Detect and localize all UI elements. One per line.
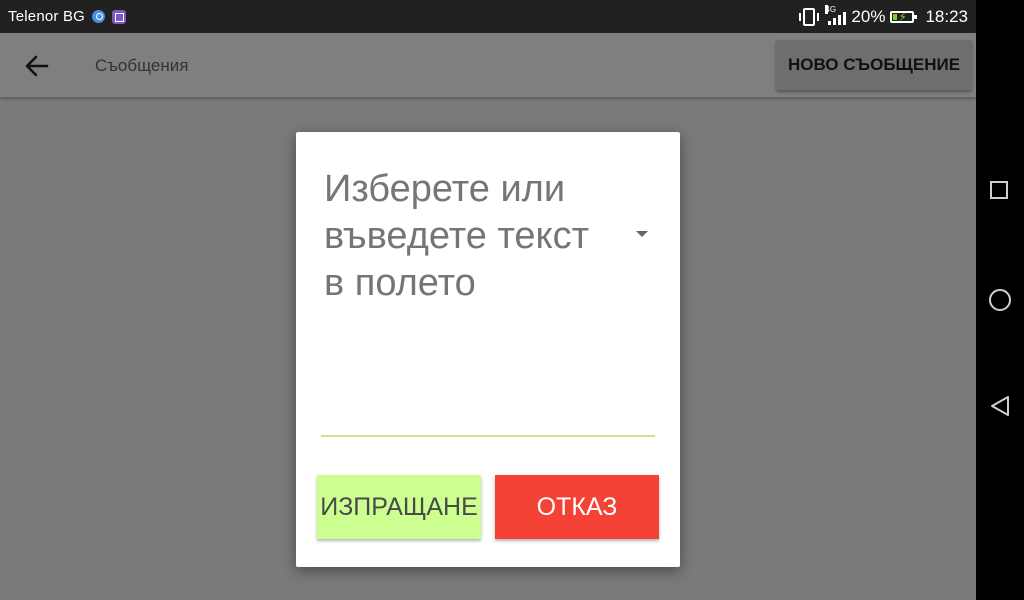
toolbar: Съобщения НОВО СЪОБЩЕНИЕ [0, 33, 976, 97]
app-content: Съобщения НОВО СЪОБЩЕНИЕ Изберете или въ… [0, 33, 976, 600]
cancel-button[interactable]: ОТКАЗ [495, 475, 659, 539]
clock: 18:23 [925, 6, 968, 26]
message-spinner[interactable]: Изберете или въведете текст в полето [324, 166, 614, 307]
vibrate-icon [799, 7, 820, 26]
battery-percent: 20% [851, 6, 886, 26]
network-type: 4G [825, 4, 837, 14]
gallery-notification-icon [112, 9, 127, 24]
message-dialog: Изберете или въведете текст в полето ИЗП… [296, 132, 680, 567]
spinner-underline [321, 435, 655, 437]
triangle-back-icon[interactable] [988, 394, 1012, 418]
send-button[interactable]: ИЗПРАЩАНЕ [317, 475, 481, 539]
arrow-left-icon[interactable] [20, 49, 54, 83]
status-bar: Telenor BG 4G 20% ⚡ 18:23 [0, 0, 976, 33]
circle-icon[interactable] [989, 289, 1011, 311]
location-notification-icon [92, 10, 106, 23]
dropdown-arrow-icon[interactable] [636, 231, 648, 237]
signal-icon: 4G [825, 4, 847, 25]
battery-charging-icon: ⚡ [890, 10, 918, 24]
new-message-button[interactable]: НОВО СЪОБЩЕНИЕ [776, 40, 972, 90]
toolbar-title: Съобщения [95, 56, 189, 75]
status-icons: 4G 20% ⚡ 18:23 [799, 4, 968, 27]
square-icon[interactable] [990, 181, 1008, 199]
carrier-name: Telenor BG [8, 8, 86, 25]
